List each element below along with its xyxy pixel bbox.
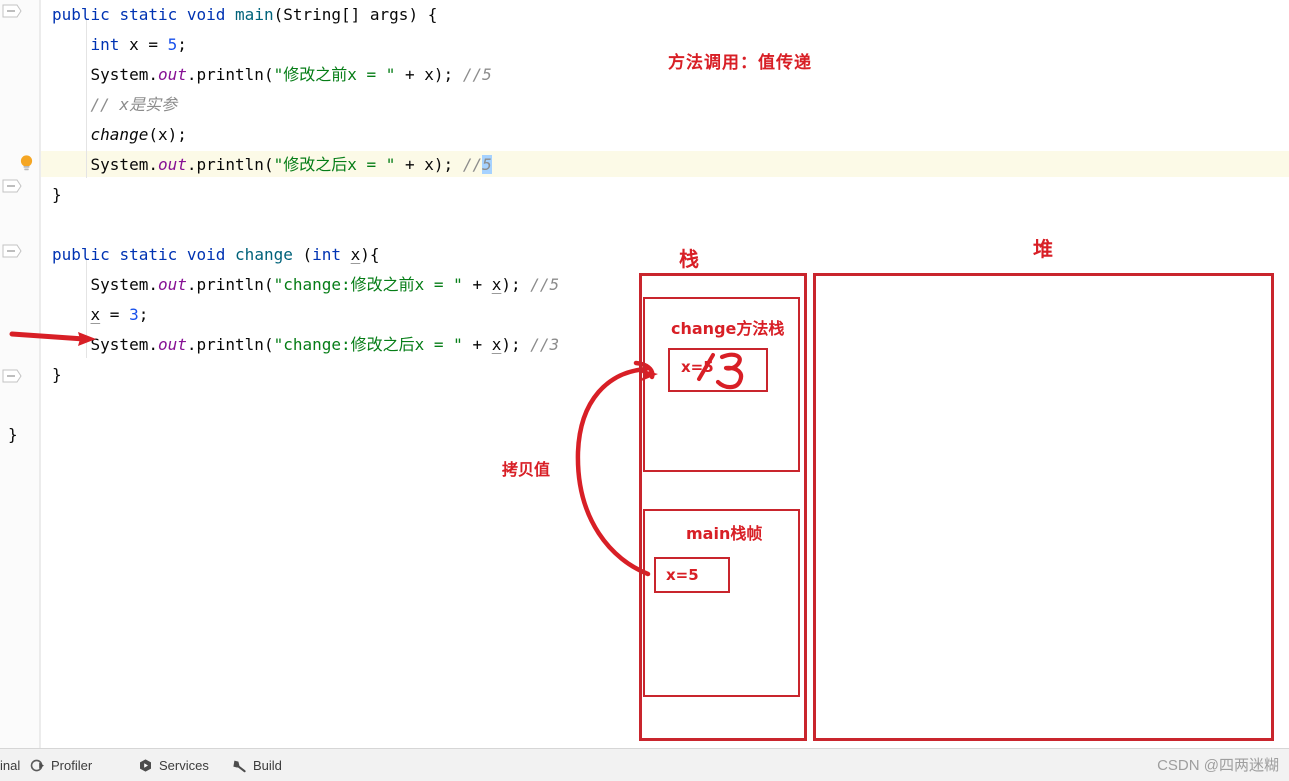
code-line-7[interactable]: } — [52, 180, 62, 210]
code-line-9[interactable]: System.out.println("change:修改之前x = " + x… — [52, 270, 560, 300]
profiler-icon — [30, 758, 45, 773]
ide-screenshot: public static void main(String[] args) {… — [0, 0, 1289, 781]
status-bar: inal Profiler Services Build CSDN @四两迷糊 — [0, 748, 1289, 781]
status-item-label: Profiler — [51, 757, 93, 773]
code-line-11[interactable]: System.out.println("change:修改之后x = " + x… — [52, 330, 560, 360]
code-line-3[interactable]: System.out.println("修改之前x = " + x); //5 — [52, 60, 492, 90]
status-item-services[interactable]: Services — [138, 749, 209, 781]
status-item-label: Build — [253, 757, 282, 773]
watermark: CSDN @四两迷糊 — [1157, 756, 1279, 774]
status-item-label: inal — [0, 757, 21, 773]
code-line-2[interactable]: int x = 5; — [52, 30, 187, 60]
status-item-label: Services — [159, 757, 209, 773]
code-line-1[interactable]: public static void main(String[] args) { — [52, 0, 437, 30]
build-icon — [232, 758, 247, 773]
code-line-12[interactable]: } — [52, 360, 62, 390]
code-line-13[interactable]: } — [8, 420, 18, 450]
code-line-6[interactable]: System.out.println("修改之后x = " + x); //5 — [52, 150, 492, 180]
status-item-build[interactable]: Build — [232, 749, 282, 781]
editor-selection[interactable]: 5 — [482, 155, 492, 174]
code-line-5[interactable]: change(x); — [52, 120, 187, 150]
status-item-terminal[interactable]: inal — [0, 749, 20, 781]
services-icon — [138, 758, 153, 773]
code-line-10[interactable]: x = 3; — [52, 300, 149, 330]
status-item-profiler[interactable]: Profiler — [30, 749, 92, 781]
code-line-4[interactable]: // x是实参 — [52, 90, 178, 120]
code-editor[interactable]: public static void main(String[] args) {… — [0, 0, 1289, 748]
code-text[interactable]: public static void main(String[] args) {… — [0, 0, 1289, 748]
code-line-8[interactable]: public static void change (int x){ — [52, 240, 380, 270]
